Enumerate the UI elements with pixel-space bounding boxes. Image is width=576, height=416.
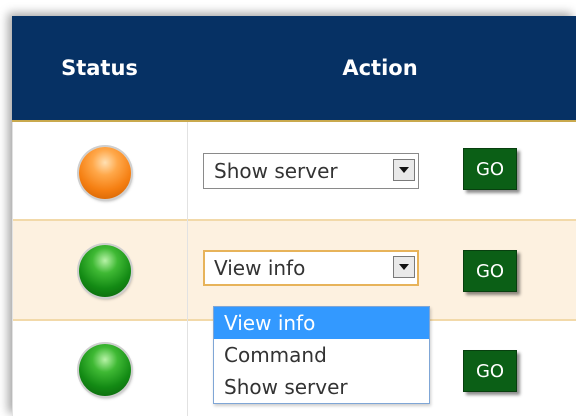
- action-dropdown-list[interactable]: View info Command Show server: [213, 306, 430, 404]
- action-select-value: Show server: [214, 159, 338, 183]
- dropdown-option[interactable]: View info: [214, 307, 429, 339]
- go-button[interactable]: GO: [463, 350, 517, 392]
- status-led-icon: [79, 245, 131, 297]
- top-margin: [0, 0, 576, 16]
- action-select-value: View info: [214, 256, 306, 280]
- action-select[interactable]: View info: [203, 250, 419, 286]
- dropdown-option[interactable]: Command: [214, 339, 429, 371]
- go-button[interactable]: GO: [463, 250, 517, 292]
- status-column-header: Status: [61, 56, 138, 80]
- chevron-down-icon[interactable]: [393, 159, 415, 181]
- chevron-down-icon[interactable]: [393, 256, 415, 278]
- action-column-header: Action: [342, 56, 418, 80]
- table-left-border: [12, 122, 13, 416]
- status-led-icon: [79, 147, 131, 199]
- action-select[interactable]: Show server: [203, 153, 419, 189]
- dropdown-option[interactable]: Show server: [214, 371, 429, 403]
- status-led-icon: [79, 344, 131, 396]
- go-button[interactable]: GO: [463, 148, 517, 190]
- table-row: Show server GO: [12, 122, 576, 221]
- column-divider: [187, 122, 188, 416]
- server-table: Status Action Show server GO View info G…: [12, 16, 576, 416]
- table-header: Status Action: [12, 16, 576, 122]
